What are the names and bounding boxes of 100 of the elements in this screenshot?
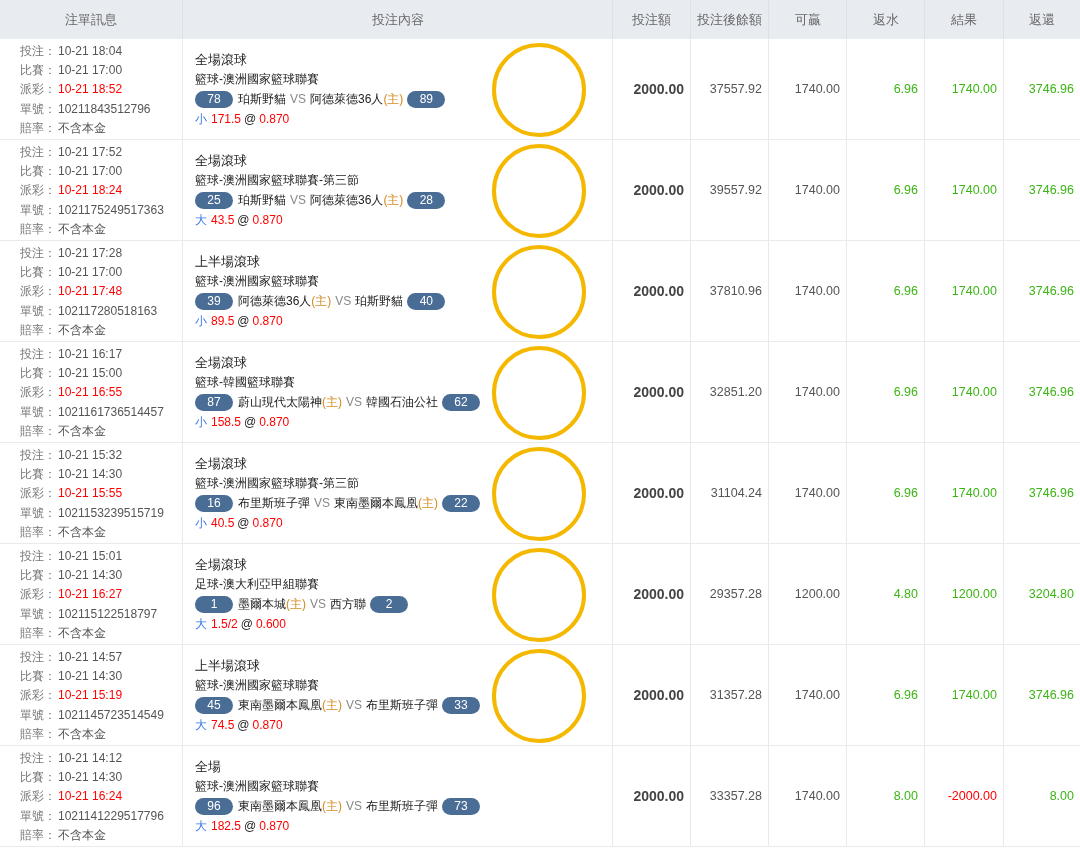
info-value: 不含本金	[58, 120, 106, 135]
bet-amount: 2000.00	[612, 746, 690, 846]
vs-text: VS	[290, 193, 306, 207]
column-header: 投注內容	[182, 0, 612, 39]
info-value: 不含本金	[58, 726, 106, 741]
info-value: 10-21 16:24	[58, 789, 123, 804]
league-name: 籃球-澳洲國家籃球聯賽-第三節	[195, 475, 360, 492]
score-pill: 22	[442, 494, 480, 512]
league-name: 籃球-澳洲國家籃球聯賽	[195, 273, 320, 290]
home-mark: (主)	[322, 696, 342, 714]
bet-amount: 2000.00	[612, 39, 690, 139]
at-sign: @	[237, 516, 250, 530]
result-cell: 1740.00	[924, 241, 1003, 341]
bet-type: 全場滾球	[195, 52, 248, 69]
team-name: 阿德萊德36人	[310, 191, 384, 209]
result-cell: 1740.00	[924, 443, 1003, 543]
bet-side: 小	[195, 112, 207, 126]
info-label: 單號：	[20, 807, 57, 825]
info-label: 單號：	[20, 706, 57, 724]
info-label: 投注：	[20, 648, 57, 666]
balance-cell: 37810.96	[690, 241, 768, 341]
at-sign: @	[237, 718, 250, 732]
return-cell: 3746.96	[1003, 39, 1080, 139]
info-value: 10-21 15:01	[58, 548, 123, 563]
return-cell: 3746.96	[1003, 443, 1080, 543]
info-label: 賠率：	[20, 725, 57, 743]
at-sign: @	[244, 112, 257, 126]
bet-odds: 0.870	[259, 415, 290, 429]
bet-odds: 0.600	[255, 617, 286, 631]
result-cell: 1740.00	[924, 342, 1003, 442]
home-mark: (主)	[322, 797, 342, 815]
bet-line: 182.5	[211, 819, 242, 833]
score-pill: 45	[195, 696, 233, 714]
info-value: 10-21 15:55	[58, 486, 123, 501]
score-pill: 25	[195, 191, 233, 209]
balance-cell: 33357.28	[690, 746, 768, 846]
league-name: 足球-澳大利亞甲組聯賽	[195, 576, 320, 593]
info-value: 10-21 17:52	[58, 144, 123, 159]
return-cell: 3746.96	[1003, 140, 1080, 240]
info-label: 派彩：	[20, 485, 57, 503]
info-label: 賠率：	[20, 624, 57, 642]
info-value: 10-21 18:24	[58, 183, 123, 198]
league-name: 籃球-澳洲國家籃球聯賽	[195, 71, 320, 88]
score-pill: 28	[407, 191, 446, 209]
at-sign: @	[240, 617, 253, 631]
bet-side: 大	[195, 213, 207, 227]
info-value: 10-21 17:28	[58, 245, 123, 260]
at-sign: @	[237, 213, 250, 227]
column-header: 結果	[924, 0, 1003, 39]
info-value: 10-21 17:00	[58, 63, 123, 78]
info-value: 10-21 14:30	[58, 568, 123, 583]
info-value: 10-21 16:27	[58, 587, 123, 602]
info-label: 賠率：	[20, 523, 57, 541]
info-value: 不含本金	[58, 827, 106, 842]
win-cell: 1740.00	[768, 443, 846, 543]
info-value: 102117280518163	[58, 303, 158, 318]
info-label: 比賽：	[20, 365, 57, 383]
bet-type: 全場滾球	[195, 355, 248, 372]
team-name: 珀斯野貓	[238, 90, 286, 108]
bet-type: 全場滾球	[195, 456, 248, 473]
info-label: 比賽：	[20, 567, 57, 585]
score-pill: 62	[442, 393, 480, 411]
info-label: 單號：	[20, 605, 57, 623]
home-mark: (主)	[322, 393, 342, 411]
bet-type: 上半場滾球	[195, 254, 261, 271]
info-label: 派彩：	[20, 586, 57, 604]
bet-amount: 2000.00	[612, 342, 690, 442]
team-name: 韓國石油公社	[366, 393, 438, 411]
score-pill: 39	[195, 292, 233, 310]
result-cell: -2000.00	[924, 746, 1003, 846]
rebate-cell: 6.96	[846, 39, 924, 139]
info-label: 比賽：	[20, 769, 57, 787]
bet-side: 大	[195, 718, 207, 732]
score-pill: 96	[195, 797, 233, 815]
info-label: 比賽：	[20, 668, 57, 686]
rebate-cell: 4.80	[846, 544, 924, 644]
balance-cell: 29357.28	[690, 544, 768, 644]
team-name: 東南墨爾本鳳凰	[238, 696, 322, 714]
info-label: 賠率：	[20, 220, 57, 238]
at-sign: @	[244, 819, 257, 833]
league-name: 籃球-韓國籃球聯賽	[195, 374, 296, 391]
league-name: 籃球-澳洲國家籃球聯賽	[195, 677, 320, 694]
info-label: 單號：	[20, 302, 57, 320]
at-sign: @	[237, 314, 250, 328]
info-value: 不含本金	[58, 221, 106, 236]
team-name: 東南墨爾本鳳凰	[238, 797, 322, 815]
rebate-cell: 6.96	[846, 140, 924, 240]
info-value: 10-21 18:52	[58, 82, 123, 97]
score-pill: 78	[195, 90, 233, 108]
info-label: 派彩：	[20, 384, 57, 402]
info-value: 1021141229517796	[58, 808, 164, 823]
info-label: 單號：	[20, 504, 57, 522]
bet-odds: 0.870	[252, 718, 283, 732]
info-value: 10-21 14:30	[58, 467, 123, 482]
info-label: 比賽：	[20, 466, 57, 484]
vs-text: VS	[335, 294, 352, 308]
info-label: 比賽：	[20, 62, 57, 80]
bet-amount: 2000.00	[612, 443, 690, 543]
bet-type: 全場	[195, 759, 222, 776]
score-pill: 89	[407, 90, 446, 108]
